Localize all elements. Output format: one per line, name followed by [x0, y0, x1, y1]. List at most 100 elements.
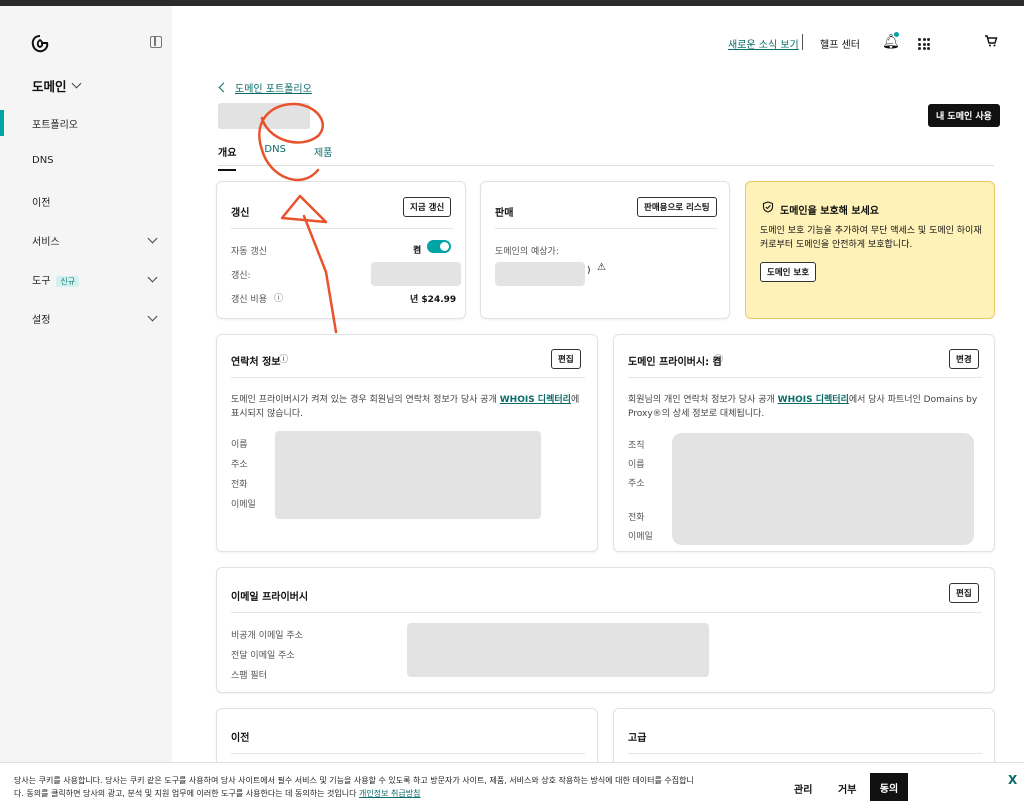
- sidebar-item-label: 이전: [32, 198, 51, 209]
- domain-privacy-card: 도메인 프라이버시: 켬 ⓘ 변경 회원님의 개인 연락처 정보가 당사 공개 …: [613, 334, 995, 552]
- close-icon[interactable]: X: [1008, 773, 1017, 787]
- email-privacy-title: 이메일 프라이버시: [231, 592, 309, 603]
- forwarding-email-label: 전달 이메일 주소: [231, 651, 295, 661]
- chevron-left-icon: [218, 82, 229, 93]
- chevron-down-icon: [147, 233, 158, 244]
- info-icon[interactable]: ⓘ: [279, 352, 288, 365]
- estimate-label: 도메인의 예상가:: [495, 247, 559, 257]
- warning-icon[interactable]: ⚠: [597, 262, 606, 273]
- collapse-sidebar-icon[interactable]: [150, 36, 162, 48]
- sidebar-item-portfolio[interactable]: 포트폴리오: [32, 116, 162, 131]
- tab-dns[interactable]: DNS: [264, 144, 286, 171]
- cookie-text: 당사는 쿠키를 사용합니다. 당사는 쿠키 같은 도구를 사용하여 당사 사이트…: [14, 775, 714, 801]
- tab-overview[interactable]: 개요: [218, 144, 237, 171]
- sale-title: 판매: [495, 208, 514, 219]
- address-label: 주소: [231, 460, 248, 470]
- shield-check-icon: [762, 201, 774, 213]
- divider: [628, 377, 982, 378]
- list-for-sale-button[interactable]: 판매용으로 리스팅: [637, 197, 717, 217]
- auto-renew-status: 켬: [413, 246, 422, 256]
- auto-renew-toggle[interactable]: [427, 240, 451, 253]
- sidebar-item-dns[interactable]: DNS: [32, 155, 162, 166]
- renewal-cost-value: 년 $24.99: [410, 295, 457, 305]
- info-icon[interactable]: ⓘ: [274, 291, 283, 304]
- renew-now-button[interactable]: 지금 갱신: [403, 197, 452, 217]
- email-details-redacted: [407, 623, 709, 677]
- sidebar-title[interactable]: 도메인: [32, 76, 86, 95]
- email-privacy-card: 이메일 프라이버시 편집 비공개 이메일 주소 전달 이메일 주소 스팸 필터: [216, 567, 995, 693]
- edit-email-privacy-button[interactable]: 편집: [949, 583, 979, 603]
- sidebar: 도메인 포트폴리오 DNS 이전 서비스 도구 신규 설정: [0, 6, 172, 811]
- divider: [231, 753, 585, 754]
- sidebar-item-label: 포트폴리오: [32, 120, 78, 131]
- whois-directory-link[interactable]: WHOIS 디렉터리: [500, 395, 571, 405]
- protect-domain-button[interactable]: 도메인 보호: [760, 262, 817, 282]
- contact-title: 연락처 정보: [231, 357, 281, 368]
- info-icon[interactable]: ⓘ: [714, 352, 723, 365]
- organization-label: 조직: [628, 441, 645, 451]
- privacy-desc-text: 회원님의 개인 연락처 정보가 당사 공개: [628, 395, 778, 405]
- sidebar-item-tools[interactable]: 도구 신규: [32, 272, 162, 287]
- estimate-suffix: ): [587, 266, 591, 276]
- phone-label: 전화: [628, 513, 645, 523]
- cart-icon[interactable]: [984, 34, 998, 48]
- cookie-text-line2: 다. 동의를 클릭하면 당사의 광고, 분석 및 지원 업무에 이러한 도구를 …: [14, 788, 357, 798]
- use-my-domain-button[interactable]: 내 도메인 사용: [928, 104, 1000, 127]
- phone-label: 전화: [231, 480, 248, 490]
- renewal-title: 갱신: [231, 208, 250, 219]
- godaddy-logo-icon[interactable]: [30, 34, 50, 54]
- whats-new-link[interactable]: 새로운 소식 보기: [728, 36, 799, 51]
- sidebar-item-label: DNS: [32, 155, 54, 166]
- sidebar-item-label: 서비스: [32, 237, 60, 248]
- sidebar-item-settings[interactable]: 설정: [32, 311, 162, 326]
- chevron-down-icon: [147, 272, 158, 283]
- whois-directory-link[interactable]: WHOIS 디렉터리: [778, 395, 849, 405]
- back-to-portfolio-link[interactable]: 도메인 포트폴리오: [235, 80, 312, 95]
- privacy-description: 회원님의 개인 연락처 정보가 당사 공개 WHOIS 디렉터리에서 당사 파트…: [628, 393, 984, 422]
- tab-divider: [218, 165, 994, 166]
- cookie-manage-button[interactable]: 관리: [794, 781, 812, 796]
- address-label: 주소: [628, 479, 645, 489]
- edit-contact-button[interactable]: 편집: [551, 349, 581, 369]
- sidebar-item-services[interactable]: 서비스: [32, 233, 162, 248]
- privacy-details-redacted: [672, 433, 974, 545]
- contact-details-redacted: [275, 431, 541, 519]
- renew-date-label: 갱신:: [231, 271, 251, 281]
- tab-products[interactable]: 제품: [314, 144, 332, 171]
- breadcrumb[interactable]: 도메인 포트폴리오: [218, 80, 312, 95]
- estimate-value-redacted: [495, 262, 585, 286]
- renew-date-redacted: [371, 262, 461, 286]
- new-badge: 신규: [56, 276, 80, 287]
- cookie-text-line1: 당사는 쿠키를 사용합니다. 당사는 쿠키 같은 도구를 사용하여 당사 사이트…: [14, 776, 694, 785]
- cookie-reject-button[interactable]: 거부: [838, 781, 856, 796]
- contact-desc-text: 도메인 프라이버시가 켜져 있는 경우 회원님의 연락처 정보가 당사 공개: [231, 395, 500, 405]
- help-center-link[interactable]: 헬프 센터: [820, 36, 860, 51]
- change-privacy-button[interactable]: 변경: [949, 349, 979, 369]
- active-indicator: [0, 110, 4, 136]
- cookie-accept-button[interactable]: 동의: [870, 773, 908, 801]
- domain-protection-promo: 도메인을 보호해 보세요 도메인 보호 기능을 추가하여 무단 액세스 및 도메…: [745, 181, 995, 319]
- sidebar-item-transfer[interactable]: 이전: [32, 194, 162, 209]
- privacy-title: 도메인 프라이버시: 켬: [628, 357, 722, 368]
- renewal-cost-label: 갱신 비용: [231, 295, 267, 305]
- notification-dot: [894, 32, 899, 37]
- tab-bar: 개요 DNS 제품: [218, 144, 332, 171]
- auto-renew-label: 자동 갱신: [231, 247, 267, 257]
- advanced-title: 고급: [628, 733, 647, 744]
- main-content: 새로운 소식 보기 헬프 센터 🔔︎ 도메인 포트폴리오 내 도메인 사용 개요…: [172, 6, 1024, 811]
- contact-description: 도메인 프라이버시가 켜져 있는 경우 회원님의 연락처 정보가 당사 공개 W…: [231, 393, 585, 422]
- promo-text: 도메인 보호 기능을 추가하여 무단 액세스 및 도메인 하이재커로부터 도메인…: [760, 226, 982, 251]
- domain-name-redacted: [218, 103, 310, 129]
- divider: [231, 228, 453, 229]
- divider: [495, 228, 717, 229]
- divider: [231, 612, 982, 613]
- sidebar-item-label: 도구: [32, 276, 51, 287]
- chevron-down-icon: [147, 311, 158, 322]
- promo-title: 도메인을 보호해 보세요: [780, 206, 879, 217]
- renewal-card: 갱신 지금 갱신 자동 갱신 켬 갱신: 갱신 비용 ⓘ 년 $24.99: [216, 181, 466, 319]
- privacy-policy-link[interactable]: 개인정보 취급방침: [359, 789, 420, 798]
- divider: [231, 377, 585, 378]
- apps-grid-icon[interactable]: [918, 38, 930, 50]
- sidebar-item-label: 설정: [32, 315, 51, 326]
- name-label: 이름: [231, 440, 248, 450]
